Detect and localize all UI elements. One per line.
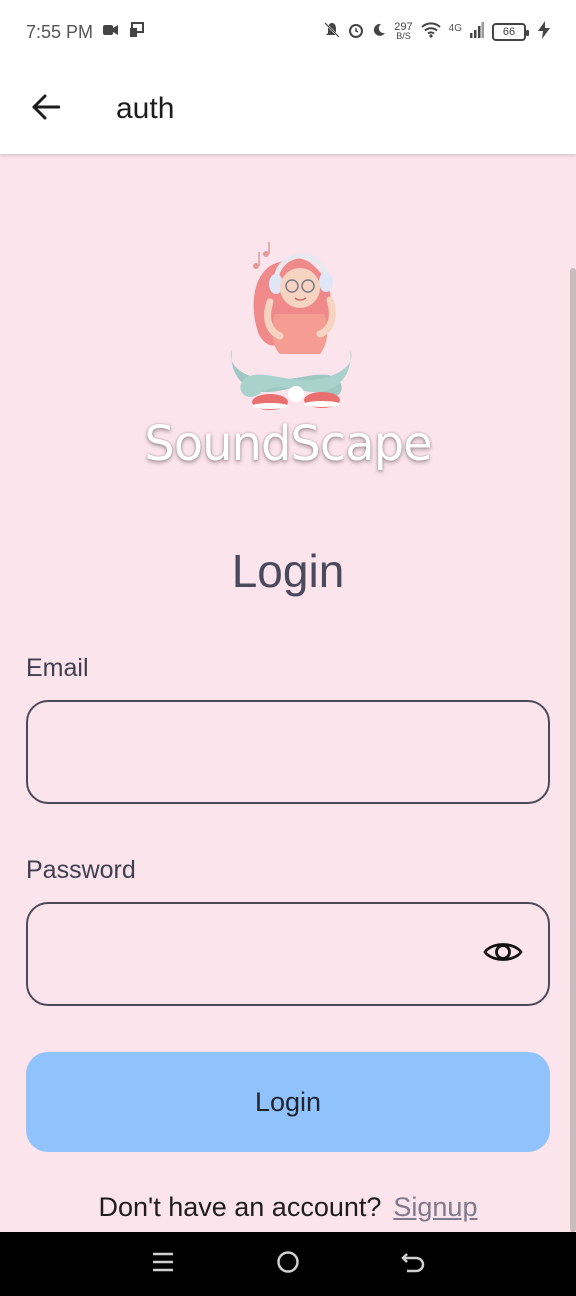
app-bar: auth xyxy=(0,64,576,154)
signup-row: Don't have an account? Signup xyxy=(0,1192,576,1223)
back-nav-button[interactable] xyxy=(393,1244,433,1284)
arrow-left-icon xyxy=(32,94,61,125)
recent-apps-button[interactable] xyxy=(143,1244,183,1284)
girl-with-headphones-illustration xyxy=(230,242,352,410)
eye-icon xyxy=(483,938,523,971)
status-left: 7:55 PM xyxy=(26,22,145,43)
email-field[interactable] xyxy=(26,700,550,804)
page-title: auth xyxy=(116,92,175,125)
wifi-icon xyxy=(420,22,441,42)
signal-icon xyxy=(470,22,484,42)
mute-bell-icon xyxy=(324,22,341,42)
charging-bolt-icon xyxy=(538,21,550,43)
signup-prompt: Don't have an account? xyxy=(98,1192,382,1222)
return-arrow-icon xyxy=(401,1250,425,1279)
login-heading: Login xyxy=(231,545,345,597)
show-password-toggle[interactable] xyxy=(482,936,524,972)
battery-indicator: 66 xyxy=(492,23,529,41)
signup-link[interactable]: Signup xyxy=(393,1192,477,1222)
back-button[interactable] xyxy=(16,79,76,139)
brand-name: SoundScape xyxy=(144,416,432,472)
status-right: 297 B/S 4G 66 xyxy=(324,21,550,43)
home-circle-icon xyxy=(276,1250,300,1279)
network-speed-unit: B/S xyxy=(396,31,411,41)
login-button[interactable]: Login xyxy=(26,1052,550,1152)
battery-level: 66 xyxy=(502,26,516,38)
moon-icon xyxy=(372,23,386,41)
password-label: Password xyxy=(26,856,136,884)
password-field[interactable] xyxy=(26,902,550,1006)
email-label: Email xyxy=(26,654,89,682)
login-button-label: Login xyxy=(254,1086,322,1117)
screen-share-icon xyxy=(129,22,145,42)
scrollbar[interactable] xyxy=(570,268,576,1232)
video-camera-icon xyxy=(103,24,119,40)
status-bar: 7:55 PM 297 B/S 4G 66 xyxy=(0,0,576,64)
network-speed: 297 B/S xyxy=(394,22,412,41)
home-button[interactable] xyxy=(268,1244,308,1284)
alarm-icon xyxy=(348,22,364,42)
menu-lines-icon xyxy=(151,1251,175,1278)
status-time: 7:55 PM xyxy=(26,21,94,42)
system-nav-bar xyxy=(0,1232,576,1296)
network-type: 4G xyxy=(448,23,462,34)
